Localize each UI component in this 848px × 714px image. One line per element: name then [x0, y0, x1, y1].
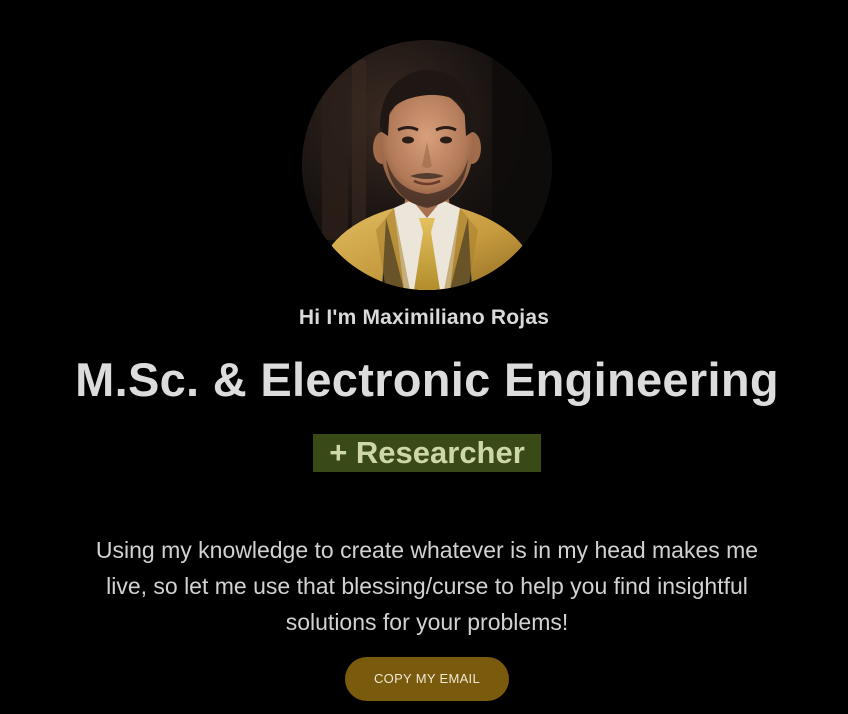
bio-description: Using my knowledge to create whatever is…	[95, 537, 759, 635]
headline-title: M.Sc. & Electronic Engineering	[75, 353, 779, 406]
hero-section: Hi I'm Maximiliano Rojas M.Sc. & Electro…	[0, 0, 848, 714]
greeting-text: Hi I'm Maximiliano Rojas	[298, 306, 550, 329]
profile-photo	[302, 40, 552, 290]
portrait-illustration	[302, 40, 552, 290]
researcher-tag: + Researcher	[313, 434, 541, 472]
copy-email-button[interactable]: COPY MY EMAIL	[345, 657, 509, 701]
tagline-container: + Researcher	[0, 434, 848, 472]
